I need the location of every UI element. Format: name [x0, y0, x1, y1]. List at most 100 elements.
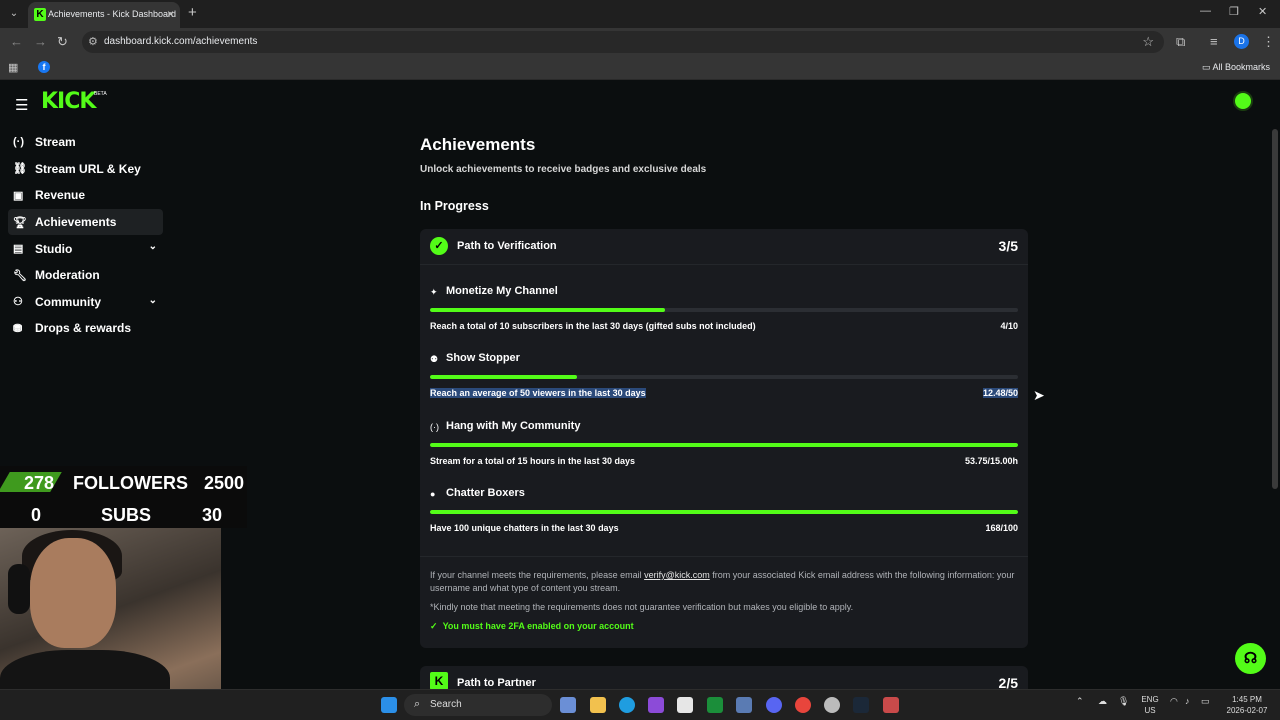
progress-fill: [430, 443, 1018, 447]
verified-check-icon: ✓: [430, 237, 448, 255]
verification-card: ✓ Path to Verification 3/5 ✦ Monetize My…: [420, 229, 1028, 648]
tray-cloud-icon[interactable]: ☁: [1098, 696, 1107, 707]
store-icon[interactable]: [677, 697, 693, 713]
new-tab-icon[interactable]: +: [188, 4, 197, 21]
achievement-value: 4/10: [1000, 321, 1018, 331]
forward-icon[interactable]: →: [34, 34, 47, 49]
progress-bar: [430, 510, 1018, 514]
progress-bar: [430, 443, 1018, 447]
achievement-description: Reach a total of 10 subscribers in the l…: [430, 321, 756, 331]
trophy-icon: 🏆︎: [13, 216, 27, 229]
taskbar-search[interactable]: ⌕ Search: [404, 694, 552, 716]
restore-icon[interactable]: ❐: [1229, 5, 1239, 18]
tab-search-dropdown-icon[interactable]: ⌄: [6, 6, 22, 22]
sidebar-item-drops-rewards[interactable]: ⛃ Drops & rewards: [8, 315, 163, 342]
broadcast-icon: (·): [13, 136, 24, 149]
progress-fill: [430, 375, 577, 379]
chevron-down-icon[interactable]: ⌄: [149, 241, 157, 252]
achievement-value: 12.48/50: [982, 388, 1018, 398]
steam-icon[interactable]: [853, 697, 869, 713]
chat-icon: ●: [430, 489, 436, 499]
progress-bar: [430, 308, 1018, 312]
clock-time: 1:45 PM: [1232, 695, 1262, 704]
volume-icon[interactable]: ♪: [1185, 696, 1190, 706]
discord-icon[interactable]: [766, 697, 782, 713]
sparkle-icon: ✦: [430, 287, 438, 297]
battery-icon[interactable]: ▭: [1201, 696, 1210, 707]
verification-note: If your channel meets the requirements, …: [430, 569, 1018, 595]
verification-card-header[interactable]: ✓ Path to Verification 3/5: [420, 229, 1028, 265]
sidebar-item-community[interactable]: ⚇ Community ⌄: [8, 289, 163, 316]
taskbar-clock[interactable]: 1:45 PM 2026-02-07: [1222, 694, 1272, 716]
requirement-2fa: ✓ You must have 2FA enabled on your acco…: [430, 621, 634, 632]
input-language[interactable]: ENG US: [1140, 694, 1160, 716]
menu-icon[interactable]: ☰: [15, 96, 28, 114]
address-bar[interactable]: ⚙ dashboard.kick.com/achievements ☆: [82, 31, 1164, 53]
bookmark-star-icon[interactable]: ☆: [1142, 34, 1154, 50]
subs-count: 0: [31, 505, 42, 525]
profile-avatar[interactable]: D: [1234, 34, 1249, 49]
achievement-title: Monetize My Channel: [446, 285, 558, 297]
browser-tab-active[interactable]: K Achievements - Kick Dashboard ×: [28, 2, 180, 28]
wifi-icon[interactable]: ◠: [1170, 696, 1178, 707]
progress-fill: [430, 510, 1018, 514]
subs-goal: 30: [202, 505, 223, 525]
tray-mic-icon[interactable]: 🎙︎: [1118, 696, 1129, 707]
chrome-icon[interactable]: [795, 697, 811, 713]
sidebar-item-label: Stream: [35, 135, 76, 150]
sidebar-item-stream-url-key[interactable]: ⛓ Stream URL & Key: [8, 156, 163, 183]
url-text: dashboard.kick.com/achievements: [104, 36, 258, 47]
file-explorer-icon[interactable]: [590, 697, 606, 713]
sidebar-item-studio[interactable]: ▤ Studio ⌄: [8, 235, 163, 262]
tab-close-icon[interactable]: ×: [167, 7, 174, 21]
page-subtitle: Unlock achievements to receive badges an…: [420, 164, 707, 175]
sidebar-item-achievements[interactable]: 🏆︎ Achievements: [8, 208, 163, 236]
page-scrollbar[interactable]: [1272, 129, 1278, 489]
minimize-icon[interactable]: —: [1200, 5, 1211, 17]
followers-label: FOLLOWERS: [73, 473, 188, 493]
sidebar-item-moderation[interactable]: 🔧︎ Moderation: [8, 262, 163, 289]
achievement-title: Chatter Boxers: [446, 487, 525, 499]
tray-chevron-icon[interactable]: ⌃: [1076, 696, 1084, 707]
sidebar-item-label: Community: [35, 294, 101, 309]
reload-icon[interactable]: ↻: [57, 34, 68, 50]
gift-icon: ⛃: [13, 322, 23, 335]
kick-k-icon: K: [430, 672, 448, 690]
progress-fill: [430, 308, 666, 312]
sidebar-item-revenue[interactable]: ▣ Revenue: [8, 182, 163, 209]
back-icon[interactable]: ←: [10, 34, 23, 49]
achievement-value: 168/100: [985, 523, 1018, 533]
achievement-value: 53.75/15.00h: [964, 456, 1018, 466]
app-icon[interactable]: [736, 697, 752, 713]
extensions-icon[interactable]: ⧉: [1176, 34, 1185, 50]
chevron-down-icon[interactable]: ⌄: [149, 295, 157, 306]
app-icon[interactable]: [883, 697, 899, 713]
apps-icon[interactable]: ▦: [8, 61, 18, 74]
support-chat-icon[interactable]: ☊: [1235, 643, 1266, 674]
more-menu-icon[interactable]: ⋮: [1262, 34, 1275, 50]
achievement-hang-community: (·) Hang with My Community Stream for a …: [430, 420, 1018, 477]
all-bookmarks-label: All Bookmarks: [1212, 62, 1270, 72]
mouse-cursor-icon: ➤: [1033, 387, 1045, 403]
media-icon[interactable]: ≡: [1210, 34, 1218, 49]
followers-count: 278: [24, 473, 55, 493]
user-avatar[interactable]: [1233, 91, 1253, 111]
divider: [420, 556, 1028, 557]
all-bookmarks[interactable]: ▭ All Bookmarks: [1202, 62, 1270, 73]
obs-icon[interactable]: [824, 697, 840, 713]
windows-start-icon[interactable]: [381, 697, 397, 713]
xbox-icon[interactable]: [707, 697, 723, 713]
bookmarks-bar: ▦ f ▭ All Bookmarks: [0, 56, 1280, 80]
app-icon[interactable]: [648, 697, 664, 713]
site-info-icon[interactable]: ⚙: [88, 35, 98, 48]
sidebar-item-label: Achievements: [35, 215, 117, 230]
window-close-icon[interactable]: ✕: [1258, 5, 1267, 18]
taskbar-search-label: Search: [430, 699, 462, 710]
subs-label: SUBS: [101, 505, 152, 525]
copilot-icon[interactable]: [560, 697, 576, 713]
edge-icon[interactable]: [619, 697, 635, 713]
sidebar-item-stream[interactable]: (·) Stream: [8, 129, 163, 156]
verify-email-link[interactable]: verify@kick.com: [644, 570, 710, 580]
kick-logo[interactable]: KICK: [41, 89, 96, 114]
facebook-icon[interactable]: f: [38, 61, 50, 73]
